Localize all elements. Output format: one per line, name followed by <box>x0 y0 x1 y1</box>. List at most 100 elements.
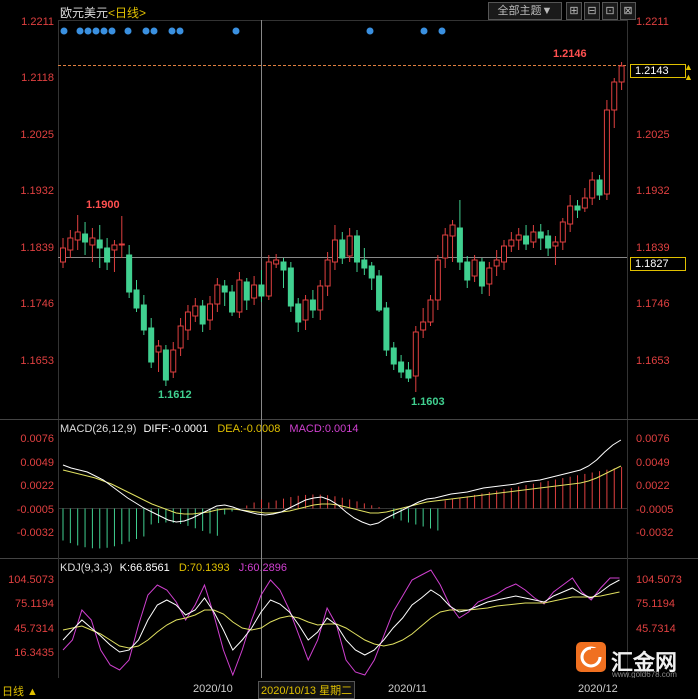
watermark-logo-icon <box>576 642 606 672</box>
event-dots <box>60 27 446 35</box>
event-dot[interactable] <box>76 27 84 35</box>
candle-body <box>383 307 390 351</box>
candle-body <box>236 279 243 313</box>
candle-body <box>229 291 236 313</box>
candle-body <box>501 245 507 263</box>
candlesticks <box>60 62 625 392</box>
event-dot[interactable] <box>108 27 116 35</box>
macd-histogram <box>62 466 623 549</box>
candle-body <box>354 235 360 263</box>
candle-body <box>471 259 478 277</box>
candle-body <box>515 234 522 241</box>
candle-body <box>567 205 574 225</box>
candle-body <box>280 261 287 271</box>
candle-body <box>574 205 581 211</box>
main-frame <box>58 20 628 420</box>
candle-body <box>405 369 412 379</box>
candle-body <box>221 285 228 293</box>
candle-body <box>214 284 221 305</box>
date-label-nov: 2020/11 <box>388 683 427 695</box>
event-dot[interactable] <box>150 27 158 35</box>
candle-body <box>199 305 206 325</box>
candle-body <box>412 331 419 377</box>
candle-body <box>309 299 316 311</box>
candle-body <box>603 109 610 195</box>
candle-body <box>390 347 397 365</box>
candle-body <box>162 349 169 381</box>
candle-body <box>118 243 125 246</box>
event-dot[interactable] <box>142 27 150 35</box>
candle-body <box>317 285 324 311</box>
candle-body <box>530 231 537 243</box>
candle-body <box>442 234 449 259</box>
candle-body <box>361 259 368 269</box>
candle-body <box>96 239 103 249</box>
candle-body <box>331 239 338 263</box>
candle-body <box>207 303 213 321</box>
date-label-oct: 2020/10 <box>193 683 233 695</box>
candle-body <box>486 267 493 285</box>
candle-body <box>192 305 199 317</box>
candle-body <box>243 281 250 301</box>
candle-body <box>295 303 302 323</box>
event-dot[interactable] <box>168 27 176 35</box>
candle-body <box>493 259 500 267</box>
candle-body <box>398 361 405 373</box>
candle-body <box>140 304 147 331</box>
event-dot[interactable] <box>92 27 100 35</box>
candle-body <box>376 275 383 311</box>
event-dot[interactable] <box>420 27 428 35</box>
candle-body <box>287 267 294 307</box>
candle-body <box>464 261 471 281</box>
candle-body <box>89 237 96 246</box>
event-dot[interactable] <box>176 27 184 35</box>
candle-body <box>82 233 89 243</box>
candle-body <box>508 239 515 247</box>
candle-body <box>67 237 74 251</box>
candle-body <box>523 235 530 245</box>
candle-body <box>170 349 177 373</box>
candle-body <box>148 327 155 363</box>
candle-body <box>126 254 133 293</box>
candle-body <box>449 224 456 237</box>
candle-body <box>545 235 552 249</box>
event-dot[interactable] <box>60 27 68 35</box>
macd-diff-line <box>62 439 622 526</box>
candle-body <box>324 259 331 287</box>
candle-body <box>184 311 191 331</box>
event-dot[interactable] <box>124 27 132 35</box>
event-dot[interactable] <box>438 27 446 35</box>
candle-body <box>273 259 280 265</box>
candle-body <box>177 325 184 349</box>
candle-body <box>596 179 603 196</box>
candle-body <box>559 221 566 243</box>
event-dot[interactable] <box>232 27 240 35</box>
candle-body <box>434 259 441 301</box>
candle-body <box>258 284 265 297</box>
candle-body <box>251 284 258 299</box>
chart-canvas[interactable] <box>0 0 698 699</box>
candle-body <box>104 247 111 263</box>
event-dot[interactable] <box>100 27 108 35</box>
candle-body <box>581 197 588 209</box>
candle-body <box>618 65 625 83</box>
candle-body <box>552 241 559 247</box>
candle-body <box>478 261 485 287</box>
candle-body <box>427 299 434 323</box>
candle-body <box>339 239 346 259</box>
candle-body <box>133 289 140 309</box>
candle-body <box>111 244 118 251</box>
candle-body <box>155 345 162 353</box>
event-dot[interactable] <box>84 27 92 35</box>
candle-body <box>302 299 309 321</box>
event-dot[interactable] <box>366 27 374 35</box>
timeframe-toggle[interactable]: 日线 ▲ <box>2 683 38 699</box>
candle-body <box>589 179 596 199</box>
candle-body <box>456 227 463 263</box>
candle-body <box>60 247 66 263</box>
candle-body <box>265 261 272 297</box>
candle-body <box>537 231 544 239</box>
candle-body <box>368 265 375 279</box>
date-label-dec: 2020/12 <box>578 683 618 695</box>
candle-body <box>346 235 353 257</box>
